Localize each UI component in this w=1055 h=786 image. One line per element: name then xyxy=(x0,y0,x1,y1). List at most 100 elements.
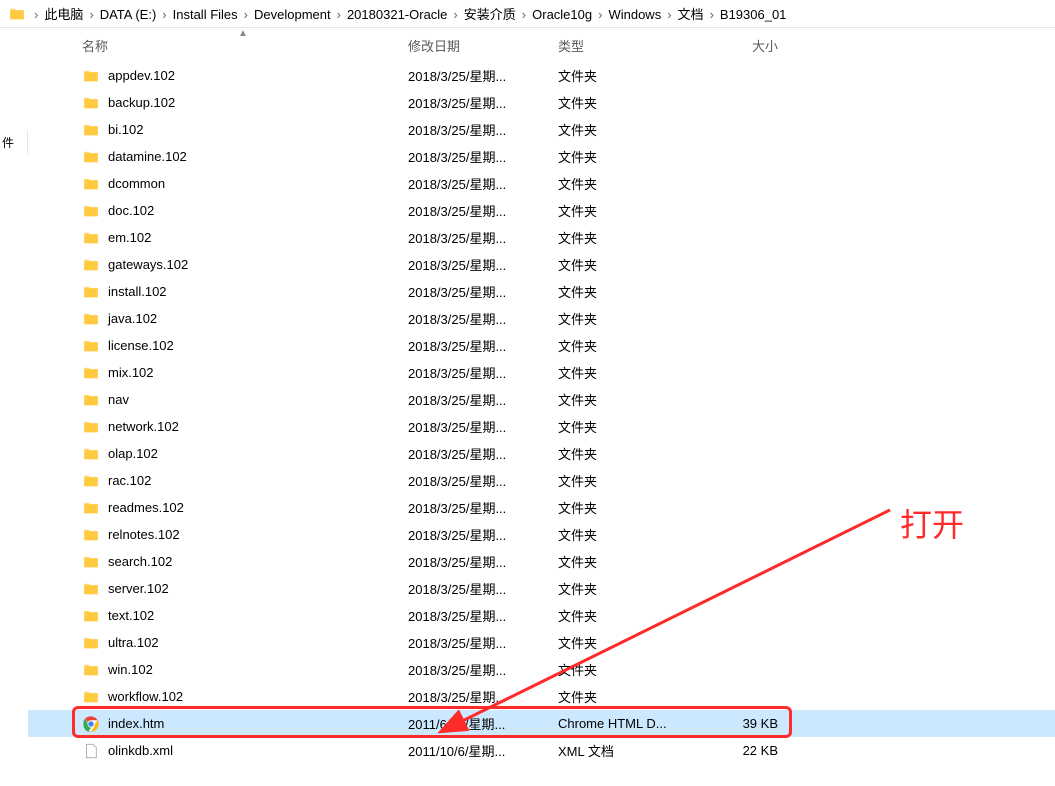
column-header-date[interactable]: 修改日期 xyxy=(408,30,558,61)
breadcrumb-item[interactable]: 文档 xyxy=(674,2,708,25)
chevron-right-icon[interactable]: › xyxy=(520,7,528,22)
file-row[interactable]: license.1022018/3/25/星期...文件夹 xyxy=(28,332,1055,359)
file-type: 文件夹 xyxy=(558,201,710,220)
folder-icon xyxy=(82,553,100,571)
file-row[interactable]: nav2018/3/25/星期...文件夹 xyxy=(28,386,1055,413)
breadcrumb-item[interactable]: 此电脑 xyxy=(40,2,87,25)
breadcrumb-item[interactable]: Development xyxy=(250,5,335,24)
file-row[interactable]: rac.1022018/3/25/星期...文件夹 xyxy=(28,467,1055,494)
file-date: 2018/3/25/星期... xyxy=(408,309,558,328)
file-row[interactable]: appdev.1022018/3/25/星期...文件夹 xyxy=(28,62,1055,89)
file-row[interactable]: gateways.1022018/3/25/星期...文件夹 xyxy=(28,251,1055,278)
file-name: java.102 xyxy=(108,311,157,326)
file-name: text.102 xyxy=(108,608,154,623)
file-name-cell: dcommon xyxy=(82,175,408,193)
file-date: 2018/3/25/星期... xyxy=(408,498,558,517)
file-name: network.102 xyxy=(108,419,179,434)
breadcrumb-item[interactable]: 安装介质 xyxy=(460,2,520,25)
breadcrumb-item[interactable]: Oracle10g xyxy=(528,5,596,24)
file-row[interactable]: backup.1022018/3/25/星期...文件夹 xyxy=(28,89,1055,116)
chevron-right-icon[interactable]: › xyxy=(32,7,40,22)
chevron-right-icon[interactable]: › xyxy=(451,7,459,22)
file-date: 2018/3/25/星期... xyxy=(408,471,558,490)
file-name-cell: rac.102 xyxy=(82,472,408,490)
file-name-cell: java.102 xyxy=(82,310,408,328)
folder-icon xyxy=(82,94,100,112)
file-type: 文件夹 xyxy=(558,660,710,679)
file-type: 文件夹 xyxy=(558,579,710,598)
column-header-type[interactable]: 类型 xyxy=(558,30,710,61)
file-size: 22 KB xyxy=(710,743,790,758)
chevron-right-icon[interactable]: › xyxy=(87,7,95,22)
file-row[interactable]: search.1022018/3/25/星期...文件夹 xyxy=(28,548,1055,575)
file-type: 文件夹 xyxy=(558,390,710,409)
column-header-size[interactable]: 大小 xyxy=(710,30,790,61)
file-name: doc.102 xyxy=(108,203,154,218)
file-date: 2018/3/25/星期... xyxy=(408,282,558,301)
file-name: relnotes.102 xyxy=(108,527,180,542)
folder-icon xyxy=(82,472,100,490)
chevron-right-icon[interactable]: › xyxy=(335,7,343,22)
file-name: server.102 xyxy=(108,581,169,596)
file-name-cell: bi.102 xyxy=(82,121,408,139)
breadcrumb-item[interactable]: B19306_01 xyxy=(716,5,791,24)
file-name: dcommon xyxy=(108,176,165,191)
file-name-cell: mix.102 xyxy=(82,364,408,382)
file-row[interactable]: ultra.1022018/3/25/星期...文件夹 xyxy=(28,629,1055,656)
folder-icon xyxy=(82,688,100,706)
file-name-cell: ultra.102 xyxy=(82,634,408,652)
file-name-cell: workflow.102 xyxy=(82,688,408,706)
file-row[interactable]: install.1022018/3/25/星期...文件夹 xyxy=(28,278,1055,305)
file-row[interactable]: mix.1022018/3/25/星期...文件夹 xyxy=(28,359,1055,386)
column-header-row: ▲ 名称 修改日期 类型 大小 xyxy=(28,28,1055,62)
breadcrumb-item[interactable]: 20180321-Oracle xyxy=(343,5,451,24)
file-name-cell: text.102 xyxy=(82,607,408,625)
file-name-cell: win.102 xyxy=(82,661,408,679)
folder-icon xyxy=(82,364,100,382)
file-date: 2018/3/25/星期... xyxy=(408,201,558,220)
folder-icon xyxy=(82,499,100,517)
file-row[interactable]: network.1022018/3/25/星期...文件夹 xyxy=(28,413,1055,440)
file-name: workflow.102 xyxy=(108,689,183,704)
file-name-cell: server.102 xyxy=(82,580,408,598)
file-date: 2018/3/25/星期... xyxy=(408,336,558,355)
file-row[interactable]: java.1022018/3/25/星期...文件夹 xyxy=(28,305,1055,332)
file-row[interactable]: text.1022018/3/25/星期...文件夹 xyxy=(28,602,1055,629)
chevron-right-icon[interactable]: › xyxy=(160,7,168,22)
file-row[interactable]: index.htm2011/6/23/星期...Chrome HTML D...… xyxy=(28,710,1055,737)
chevron-right-icon[interactable]: › xyxy=(242,7,250,22)
file-row[interactable]: dcommon2018/3/25/星期...文件夹 xyxy=(28,170,1055,197)
file-date: 2011/10/6/星期... xyxy=(408,741,558,760)
file-type: 文件夹 xyxy=(558,228,710,247)
chevron-right-icon[interactable]: › xyxy=(708,7,716,22)
file-row[interactable]: em.1022018/3/25/星期...文件夹 xyxy=(28,224,1055,251)
folder-icon xyxy=(82,229,100,247)
file-name-cell: index.htm xyxy=(82,715,408,733)
file-name-cell: nav xyxy=(82,391,408,409)
file-type: 文件夹 xyxy=(558,471,710,490)
annotation-label: 打开 xyxy=(900,500,964,546)
file-row[interactable]: win.1022018/3/25/星期...文件夹 xyxy=(28,656,1055,683)
breadcrumb-item[interactable]: DATA (E:) xyxy=(96,5,161,24)
file-date: 2018/3/25/星期... xyxy=(408,687,558,706)
file-name: em.102 xyxy=(108,230,151,245)
file-name-cell: datamine.102 xyxy=(82,148,408,166)
file-name-cell: olap.102 xyxy=(82,445,408,463)
file-name: license.102 xyxy=(108,338,174,353)
file-name-cell: appdev.102 xyxy=(82,67,408,85)
file-row[interactable]: bi.1022018/3/25/星期...文件夹 xyxy=(28,116,1055,143)
file-row[interactable]: server.1022018/3/25/星期...文件夹 xyxy=(28,575,1055,602)
file-row[interactable]: doc.102 2018/3/25/星期...文件夹 xyxy=(28,197,1055,224)
chevron-right-icon[interactable]: › xyxy=(665,7,673,22)
chevron-right-icon[interactable]: › xyxy=(596,7,604,22)
file-name: datamine.102 xyxy=(108,149,187,164)
breadcrumb-item[interactable]: Windows xyxy=(604,5,665,24)
breadcrumb[interactable]: ›此电脑›DATA (E:)›Install Files›Development… xyxy=(0,0,1055,28)
file-name-cell: network.102 xyxy=(82,418,408,436)
breadcrumb-item[interactable]: Install Files xyxy=(169,5,242,24)
file-row[interactable]: olap.1022018/3/25/星期...文件夹 xyxy=(28,440,1055,467)
file-row[interactable]: olinkdb.xml2011/10/6/星期...XML 文档22 KB xyxy=(28,737,1055,764)
file-row[interactable]: workflow.1022018/3/25/星期...文件夹 xyxy=(28,683,1055,710)
file-name-cell: backup.102 xyxy=(82,94,408,112)
file-row[interactable]: datamine.1022018/3/25/星期...文件夹 xyxy=(28,143,1055,170)
